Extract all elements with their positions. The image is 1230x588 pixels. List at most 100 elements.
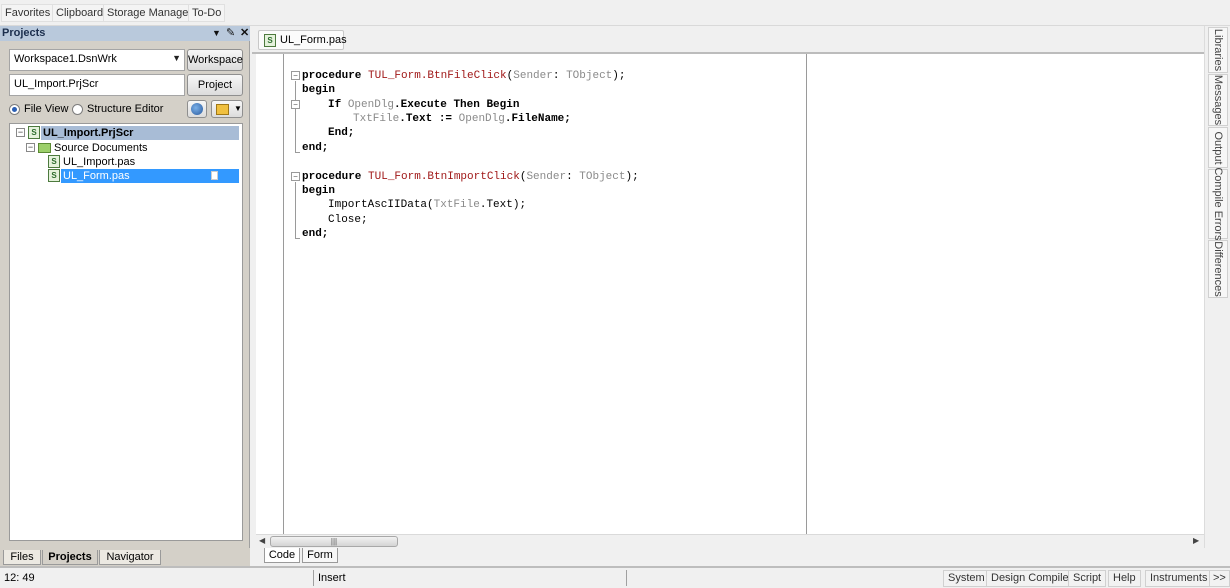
tree-item-file-selected[interactable]: S UL_Form.pas xyxy=(10,169,242,183)
fold-collapse-icon[interactable]: − xyxy=(291,172,300,181)
edit-mode: Insert xyxy=(318,572,346,584)
design-compiler-button[interactable]: Design Compiler xyxy=(986,570,1078,587)
code-line-9: begin xyxy=(302,185,336,197)
tab-form[interactable]: Form xyxy=(302,548,338,563)
project-field[interactable]: UL_Import.PrjScr xyxy=(9,74,185,96)
script-file-icon: S xyxy=(48,169,60,182)
tab-files[interactable]: Files xyxy=(3,550,41,565)
document-tab-label: UL_Form.pas xyxy=(280,34,347,46)
keyword: procedure xyxy=(302,70,369,82)
instruments-button[interactable]: Instruments xyxy=(1145,570,1213,587)
fold-end xyxy=(295,238,300,239)
project-button[interactable]: Project xyxy=(187,74,243,96)
chevron-down-icon[interactable]: ▼ xyxy=(172,53,181,63)
status-separator xyxy=(626,570,627,586)
system-button[interactable]: System xyxy=(943,570,990,587)
punct: : xyxy=(552,70,567,82)
fold-collapse-icon[interactable]: − xyxy=(291,71,300,80)
script-button[interactable]: Script xyxy=(1068,570,1107,587)
chevron-down-icon[interactable]: ▼ xyxy=(234,104,242,113)
tab-clipboard[interactable]: Clipboard xyxy=(52,4,108,22)
code-mid: .Text := xyxy=(399,113,459,125)
identifier: OpenDlg xyxy=(347,99,395,111)
tab-libraries[interactable]: Libraries xyxy=(1208,27,1228,73)
dropdown-icon[interactable]: ▼ xyxy=(212,28,221,38)
keyword: procedure xyxy=(302,171,369,183)
identifier: TxtFile xyxy=(433,199,480,211)
structure-editor-label: Structure Editor xyxy=(87,103,164,115)
panel-bottom-tabs: Files Projects Navigator xyxy=(0,548,250,566)
fold-collapse-icon[interactable]: − xyxy=(291,100,300,109)
fold-end xyxy=(295,152,300,153)
tree-item-folder[interactable]: − Source Documents xyxy=(10,141,242,155)
script-file-icon: S xyxy=(264,34,276,47)
scroll-right-icon[interactable]: ▶ xyxy=(1193,536,1199,545)
document-icon xyxy=(216,104,229,115)
tab-code[interactable]: Code xyxy=(264,548,300,563)
tab-favorites[interactable]: Favorites xyxy=(1,4,55,22)
tree-item-project[interactable]: − S UL_Import.PrjScr xyxy=(10,126,242,140)
close-icon[interactable]: ✕ xyxy=(240,26,249,39)
panel-header: Projects ▼ ✎ ✕ xyxy=(0,26,250,41)
project-options-button[interactable]: ▼ xyxy=(211,100,243,118)
identifier: TxtFile xyxy=(353,113,400,125)
status-bar: 12: 49 Insert System Design Compiler Scr… xyxy=(0,566,1230,588)
project-name: UL_Import.PrjScr xyxy=(41,126,239,140)
tab-to-do[interactable]: To-Do xyxy=(188,4,226,22)
tab-storage-manager[interactable]: Storage Manager xyxy=(103,4,196,22)
code-line-11: Close; xyxy=(328,214,368,226)
collapse-icon[interactable]: − xyxy=(26,143,35,152)
project-tree: − S UL_Import.PrjScr − Source Documents … xyxy=(9,123,243,541)
document-tabs: S UL_Form.pas xyxy=(252,26,1204,54)
code-line-12: end; xyxy=(302,228,329,240)
tab-output[interactable]: Output xyxy=(1208,127,1228,168)
workspace-button[interactable]: Workspace xyxy=(187,49,243,71)
workspace-combo[interactable]: Workspace1.DsnWrk ▼ xyxy=(9,49,185,71)
cursor-position: 12: 49 xyxy=(4,572,35,584)
tab-messages[interactable]: Messages xyxy=(1208,74,1228,126)
code-line-8: procedure TUL_Form.BtnImportClick(Sender… xyxy=(302,170,639,184)
tab-label: Messages xyxy=(1212,74,1224,126)
editor-view-tabs: Code Form xyxy=(256,548,1204,566)
method-name: TUL_Form.BtnImportClick xyxy=(368,171,520,183)
tab-label: Differences xyxy=(1212,241,1224,297)
param: Sender xyxy=(526,171,567,183)
code-editor[interactable]: − − − procedure TUL_Form.BtnFileClick(Se… xyxy=(256,54,1204,534)
punct: ); xyxy=(625,171,639,183)
structure-editor-radio[interactable] xyxy=(72,104,83,115)
document-modified-icon xyxy=(211,171,218,180)
tab-differences[interactable]: Differences xyxy=(1208,240,1228,298)
punct: : xyxy=(566,171,580,183)
file-name: UL_Import.pas xyxy=(63,156,136,168)
tab-projects[interactable]: Projects xyxy=(42,550,98,565)
tab-label: Compile Errors xyxy=(1212,167,1224,241)
compile-button[interactable] xyxy=(187,100,207,118)
code-line-4: TxtFile.Text := OpenDlg.FileName; xyxy=(353,112,571,126)
workspace-combo-value: Workspace1.DsnWrk xyxy=(14,53,117,65)
tab-compile-errors[interactable]: Compile Errors xyxy=(1208,167,1228,241)
code-line-3: If OpenDlg.Execute Then Begin xyxy=(328,98,519,112)
file-view-label: File View xyxy=(24,103,69,115)
method-name: TUL_Form.BtnFileClick xyxy=(368,70,507,82)
code-pre: ImportAscIIData( xyxy=(328,199,434,211)
fold-line xyxy=(295,81,296,153)
scroll-left-icon[interactable]: ◀ xyxy=(259,536,265,545)
panel-title: Projects xyxy=(2,27,46,39)
scrollbar-thumb[interactable]: ||| xyxy=(270,536,398,547)
pin-icon[interactable]: ✎ xyxy=(226,26,235,39)
type: TObject xyxy=(579,171,626,183)
code-line-1: procedure TUL_Form.BtnFileClick(Sender: … xyxy=(302,69,625,83)
collapse-icon[interactable]: − xyxy=(16,128,25,137)
status-separator xyxy=(313,570,314,586)
tab-navigator[interactable]: Navigator xyxy=(99,550,161,565)
code-line-10: ImportAscIIData(TxtFile.Text); xyxy=(328,198,526,212)
tree-item-file[interactable]: S UL_Import.pas xyxy=(10,155,242,169)
param: Sender xyxy=(513,70,553,82)
document-tab-ul-form[interactable]: S UL_Form.pas xyxy=(258,30,347,50)
horizontal-scrollbar[interactable]: ◀ ||| ▶ xyxy=(256,534,1204,548)
file-view-radio[interactable] xyxy=(9,104,20,115)
help-button[interactable]: Help xyxy=(1108,570,1141,587)
folder-name: Source Documents xyxy=(54,142,148,154)
more-button[interactable]: >> xyxy=(1209,570,1230,587)
code-rest: .FileName; xyxy=(504,113,571,125)
